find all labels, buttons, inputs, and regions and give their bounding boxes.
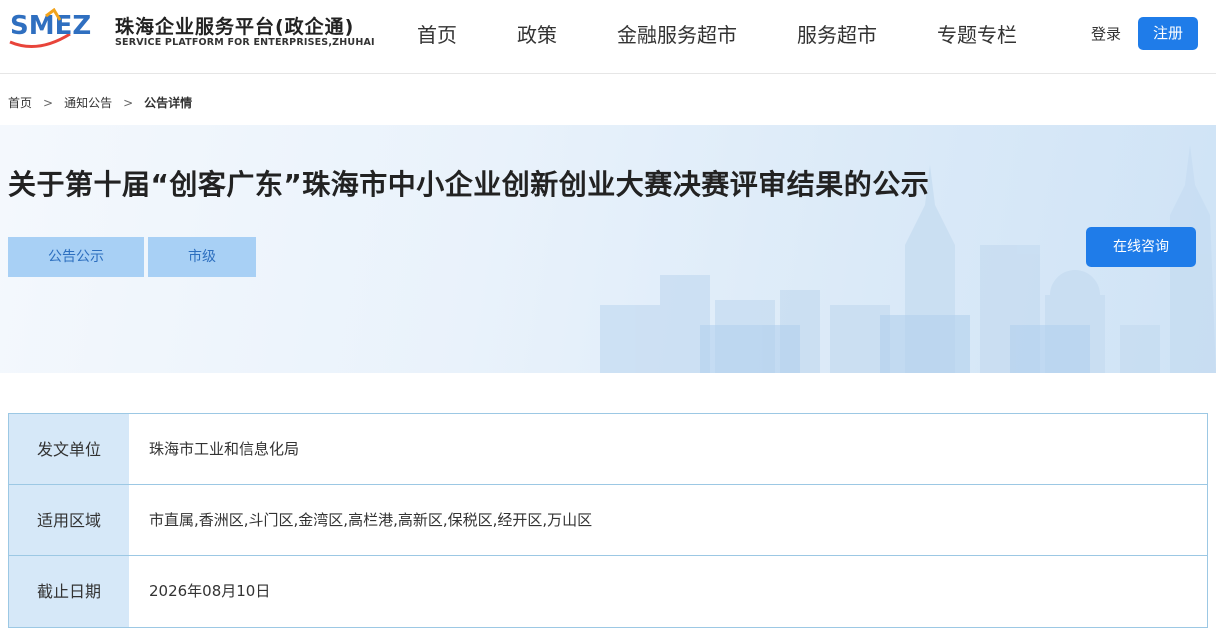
top-header: SMEZ 珠海企业服务平台(政企通) SERVICE PLATFORM FOR … [0,0,1216,74]
tag-level[interactable]: 市级 [148,237,256,277]
tag-category[interactable]: 公告公示 [8,237,144,277]
nav-item-service-market[interactable]: 服务超市 [797,0,877,70]
register-button[interactable]: 注册 [1138,17,1198,50]
info-row-issuer: 发文单位 珠海市工业和信息化局 [9,414,1207,485]
info-value: 市直属,香洲区,斗门区,金湾区,高栏港,高新区,保税区,经开区,万山区 [149,511,593,529]
nav-item-policy[interactable]: 政策 [517,0,557,70]
info-row-deadline: 截止日期 2026年08月10日 [9,556,1207,627]
breadcrumb-notices[interactable]: 通知公告 [64,94,112,111]
breadcrumb-current: 公告详情 [144,96,193,110]
info-value: 2026年08月10日 [149,582,271,600]
breadcrumb-separator: > [123,96,134,110]
logo-title-cn: 珠海企业服务平台(政企通) [115,16,355,38]
info-value: 珠海市工业和信息化局 [149,440,300,458]
nav-item-home[interactable]: 首页 [417,0,457,70]
site-logo[interactable]: SMEZ 珠海企业服务平台(政企通) SERVICE PLATFORM FOR … [8,6,375,58]
notice-info-table: 发文单位 珠海市工业和信息化局 适用区域 市直属,香洲区,斗门区,金湾区,高栏港… [8,413,1208,628]
notice-title: 关于第十届“创客广东”珠海市中小企业创新创业大赛决赛评审结果的公示 [8,168,930,201]
info-row-region: 适用区域 市直属,香洲区,斗门区,金湾区,高栏港,高新区,保税区,经开区,万山区 [9,485,1207,556]
smez-logo-mark: SMEZ [9,8,91,48]
info-label: 适用区域 [9,485,129,555]
info-label: 截止日期 [9,556,129,627]
breadcrumb-home[interactable]: 首页 [8,94,32,111]
breadcrumb: 首页 > 通知公告 > 公告详情 [8,94,192,111]
login-link[interactable]: 登录 [1091,22,1121,46]
info-label: 发文单位 [9,414,129,484]
nav-item-finance-market[interactable]: 金融服务超市 [617,0,737,70]
breadcrumb-separator: > [43,96,54,110]
logo-mark-text: SMEZ [10,11,91,41]
online-consult-button[interactable]: 在线咨询 [1086,227,1196,267]
logo-title-en: SERVICE PLATFORM FOR ENTERPRISES,ZHUHAI [115,37,375,48]
nav-item-topics[interactable]: 专题专栏 [937,0,1017,70]
